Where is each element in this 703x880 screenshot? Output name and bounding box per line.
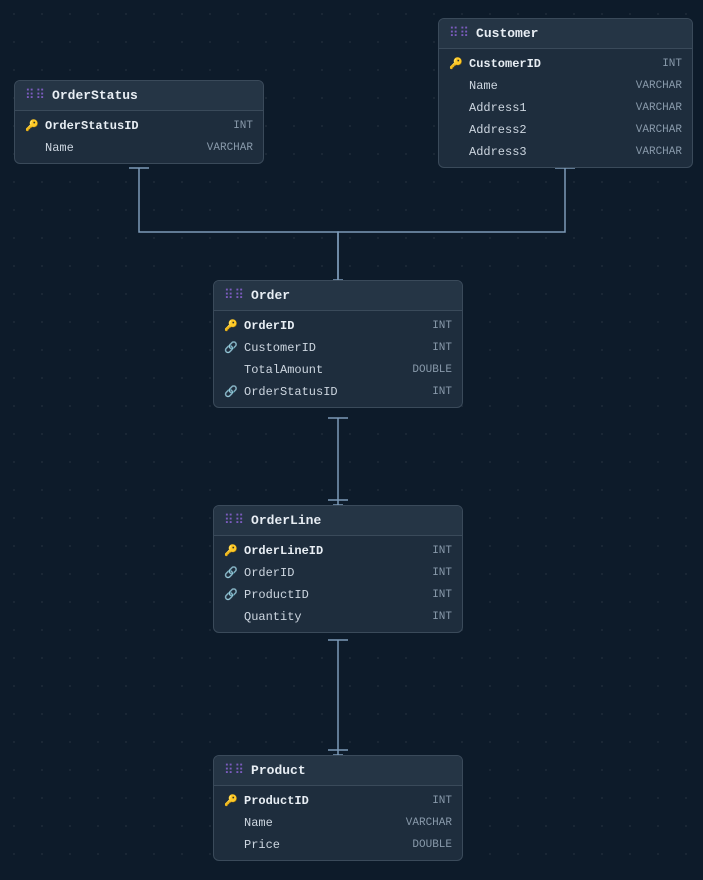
field-name: Address3 — [469, 145, 630, 159]
field-type: VARCHAR — [636, 146, 682, 158]
table-row: Address2 VARCHAR — [439, 119, 692, 141]
key-icon: 🔑 — [224, 794, 238, 808]
field-type: VARCHAR — [636, 124, 682, 136]
table-row: 🔗 OrderID INT — [214, 562, 462, 584]
table-product-title: Product — [251, 763, 306, 778]
field-type: DOUBLE — [412, 364, 452, 376]
grip-icon: ⠿⠿ — [25, 88, 46, 103]
field-type: INT — [432, 320, 452, 332]
field-name: Price — [244, 838, 406, 852]
field-name: ProductID — [244, 794, 426, 808]
field-name: OrderLineID — [244, 544, 426, 558]
field-name: CustomerID — [469, 57, 656, 71]
table-orderstatus[interactable]: ⠿⠿ OrderStatus 🔑 OrderStatusID INT Name … — [14, 80, 264, 164]
field-name: OrderStatusID — [45, 119, 227, 133]
table-orderline-title: OrderLine — [251, 513, 321, 528]
table-row: 🔑 OrderID INT — [214, 315, 462, 337]
table-row: 🔑 OrderStatusID INT — [15, 115, 263, 137]
fk-icon: 🔗 — [224, 385, 238, 399]
grip-icon: ⠿⠿ — [224, 763, 245, 778]
table-customer[interactable]: ⠿⠿ Customer 🔑 CustomerID INT Name VARCHA… — [438, 18, 693, 168]
field-type: INT — [432, 795, 452, 807]
table-orderline[interactable]: ⠿⠿ OrderLine 🔑 OrderLineID INT 🔗 OrderID… — [213, 505, 463, 633]
fk-icon: 🔗 — [224, 566, 238, 580]
field-name: Name — [469, 79, 630, 93]
field-type: VARCHAR — [636, 80, 682, 92]
field-type: INT — [432, 342, 452, 354]
diagram-canvas: ⠿⠿ OrderStatus 🔑 OrderStatusID INT Name … — [0, 0, 703, 880]
table-product[interactable]: ⠿⠿ Product 🔑 ProductID INT Name VARCHAR … — [213, 755, 463, 861]
fk-icon: 🔗 — [224, 341, 238, 355]
field-type: VARCHAR — [207, 142, 253, 154]
field-name: OrderID — [244, 566, 426, 580]
key-icon: 🔑 — [25, 119, 39, 133]
field-name: Address1 — [469, 101, 630, 115]
field-name: Quantity — [244, 610, 426, 624]
key-icon: 🔑 — [224, 319, 238, 333]
field-type: INT — [233, 120, 253, 132]
table-order-body: 🔑 OrderID INT 🔗 CustomerID INT TotalAmou… — [214, 311, 462, 407]
field-type: INT — [662, 58, 682, 70]
field-name: ProductID — [244, 588, 426, 602]
field-name: CustomerID — [244, 341, 426, 355]
table-customer-title: Customer — [476, 26, 538, 41]
table-order[interactable]: ⠿⠿ Order 🔑 OrderID INT 🔗 CustomerID INT … — [213, 280, 463, 408]
field-type: VARCHAR — [636, 102, 682, 114]
fk-icon: 🔗 — [224, 588, 238, 602]
field-type: INT — [432, 567, 452, 579]
table-order-title: Order — [251, 288, 290, 303]
table-orderstatus-body: 🔑 OrderStatusID INT Name VARCHAR — [15, 111, 263, 163]
field-type: DOUBLE — [412, 839, 452, 851]
table-row: 🔑 ProductID INT — [214, 790, 462, 812]
field-type: VARCHAR — [406, 817, 452, 829]
table-orderline-body: 🔑 OrderLineID INT 🔗 OrderID INT 🔗 Produc… — [214, 536, 462, 632]
table-orderline-header: ⠿⠿ OrderLine — [214, 506, 462, 536]
table-row: Name VARCHAR — [214, 812, 462, 834]
key-icon: 🔑 — [224, 544, 238, 558]
table-row: 🔑 CustomerID INT — [439, 53, 692, 75]
table-product-header: ⠿⠿ Product — [214, 756, 462, 786]
field-type: INT — [432, 611, 452, 623]
table-row: 🔗 OrderStatusID INT — [214, 381, 462, 403]
grip-icon: ⠿⠿ — [449, 26, 470, 41]
field-name: Name — [45, 141, 201, 155]
grip-icon: ⠿⠿ — [224, 288, 245, 303]
table-customer-body: 🔑 CustomerID INT Name VARCHAR Address1 V… — [439, 49, 692, 167]
table-order-header: ⠿⠿ Order — [214, 281, 462, 311]
table-product-body: 🔑 ProductID INT Name VARCHAR Price DOUBL… — [214, 786, 462, 860]
table-orderstatus-header: ⠿⠿ OrderStatus — [15, 81, 263, 111]
field-type: INT — [432, 386, 452, 398]
table-row: Address3 VARCHAR — [439, 141, 692, 163]
field-name: Name — [244, 816, 400, 830]
field-name: OrderID — [244, 319, 426, 333]
table-row: 🔗 ProductID INT — [214, 584, 462, 606]
field-type: INT — [432, 545, 452, 557]
table-row: 🔗 CustomerID INT — [214, 337, 462, 359]
table-orderstatus-title: OrderStatus — [52, 88, 138, 103]
table-row: Quantity INT — [214, 606, 462, 628]
field-name: Address2 — [469, 123, 630, 137]
table-customer-header: ⠿⠿ Customer — [439, 19, 692, 49]
field-name: OrderStatusID — [244, 385, 426, 399]
table-row: Address1 VARCHAR — [439, 97, 692, 119]
key-icon: 🔑 — [449, 57, 463, 71]
table-row: Price DOUBLE — [214, 834, 462, 856]
grip-icon: ⠿⠿ — [224, 513, 245, 528]
field-type: INT — [432, 589, 452, 601]
field-name: TotalAmount — [244, 363, 406, 377]
table-row: TotalAmount DOUBLE — [214, 359, 462, 381]
table-row: Name VARCHAR — [15, 137, 263, 159]
table-row: Name VARCHAR — [439, 75, 692, 97]
table-row: 🔑 OrderLineID INT — [214, 540, 462, 562]
